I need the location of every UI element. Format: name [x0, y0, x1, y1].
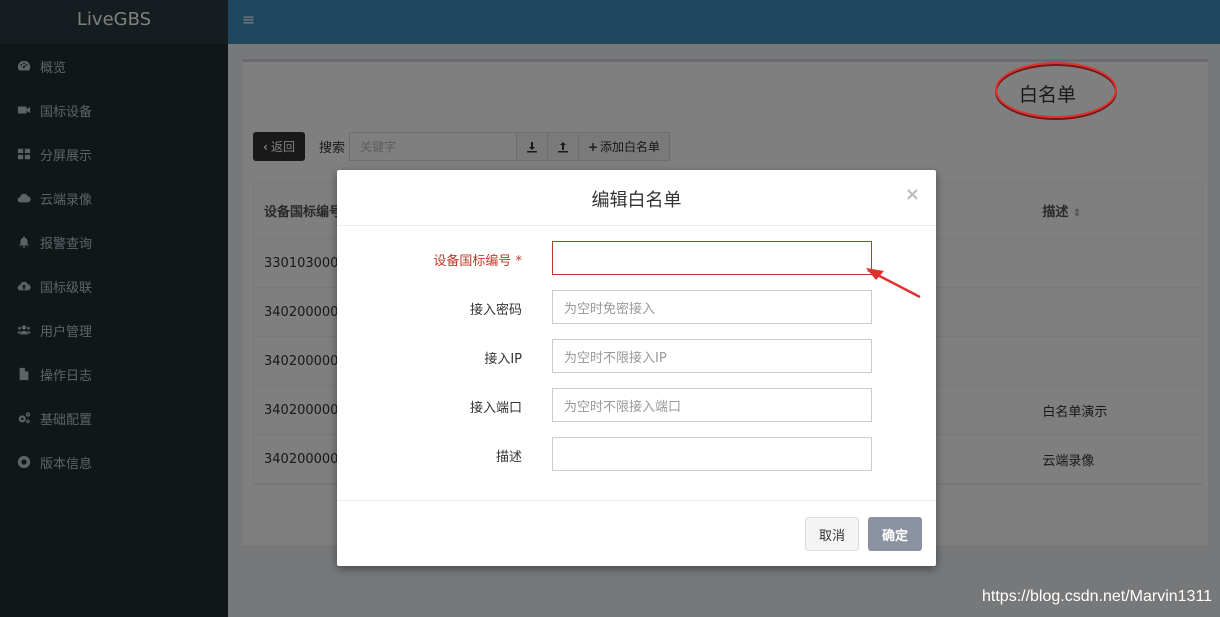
annotation-arrow: [866, 268, 921, 299]
password-field[interactable]: 为空时免密接入: [552, 290, 872, 324]
description-label: 描述: [495, 450, 522, 465]
whitelist-form: 设备国标编号 * 接入密码 为空时免密接入 接入IP 为空时不限接入IP 接入端…: [337, 241, 936, 486]
device-id-field[interactable]: [552, 241, 872, 275]
form-row-password: 接入密码 为空时免密接入: [337, 290, 936, 324]
form-row-ip: 接入IP 为空时不限接入IP: [337, 339, 936, 373]
form-row-device-id: 设备国标编号 *: [337, 241, 936, 275]
port-label: 接入端口: [469, 401, 522, 416]
device-id-label: 设备国标编号 *: [433, 254, 522, 269]
form-row-port: 接入端口 为空时不限接入端口: [337, 388, 936, 422]
confirm-button[interactable]: 确定: [868, 517, 922, 551]
edit-whitelist-dialog: 编辑白名单 × 设备国标编号 * 接入密码 为空时免密接入 接入IP 为空时不限…: [337, 170, 936, 566]
cancel-button[interactable]: 取消: [805, 517, 859, 551]
highlight-title-area: [995, 62, 1117, 118]
ip-field[interactable]: 为空时不限接入IP: [552, 339, 872, 373]
modal-footer: 取消 确定: [337, 500, 936, 566]
close-icon[interactable]: ×: [905, 184, 920, 205]
password-label: 接入密码: [469, 303, 522, 318]
port-field[interactable]: 为空时不限接入端口: [552, 388, 872, 422]
annotation-ellipse-overlay: [995, 62, 1117, 118]
modal-title: 编辑白名单: [591, 190, 682, 211]
form-row-description: 描述: [337, 437, 936, 471]
watermark: https://blog.csdn.net/Marvin1311: [982, 588, 1213, 605]
ip-label: 接入IP: [484, 352, 522, 367]
description-field[interactable]: [552, 437, 872, 471]
modal-header: 编辑白名单 ×: [337, 170, 936, 226]
